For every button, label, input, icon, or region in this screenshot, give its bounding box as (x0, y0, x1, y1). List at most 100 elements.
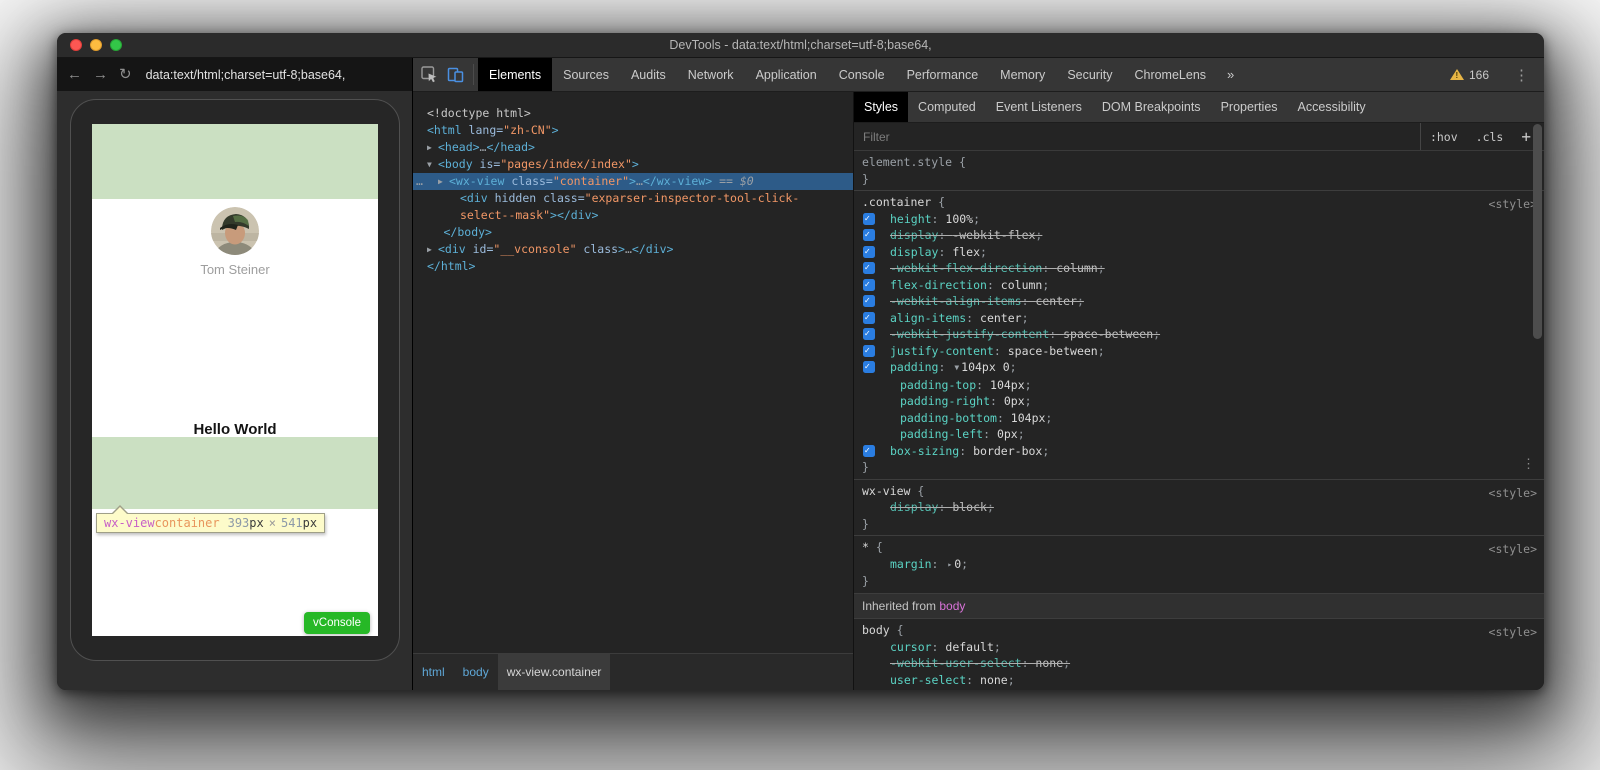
devtools-tab-memory[interactable]: Memory (989, 58, 1056, 91)
declaration-checkbox[interactable] (863, 229, 875, 241)
css-declaration[interactable]: padding-left: 0px; (854, 426, 1544, 443)
shorthand-expander-icon[interactable]: ▸ (947, 560, 952, 569)
inspect-element-icon[interactable] (421, 66, 438, 83)
css-declaration[interactable]: cursor: default; (854, 639, 1544, 656)
device-toolbar-icon[interactable] (447, 66, 464, 83)
class-toggle[interactable]: .cls (1467, 123, 1513, 150)
rule-selector[interactable]: * { (854, 539, 1544, 556)
css-declaration[interactable]: -webkit-touch-callout: none; (854, 688, 1544, 690)
css-declaration[interactable]: margin: ▸0; (854, 556, 1544, 574)
style-rule--: * {<style>margin: ▸0;} (854, 536, 1544, 594)
pseudo-state-toggle[interactable]: :hov (1420, 123, 1467, 150)
styles-tab-properties[interactable]: Properties (1211, 92, 1288, 122)
styles-tab-computed[interactable]: Computed (908, 92, 986, 122)
css-declaration[interactable]: box-sizing: border-box; (854, 443, 1544, 460)
declaration-checkbox[interactable] (863, 213, 875, 225)
breadcrumb-wx-view-container[interactable]: wx-view.container (498, 654, 611, 690)
css-declaration[interactable]: display: -webkit-flex; (854, 227, 1544, 244)
css-declaration[interactable]: -webkit-flex-direction: column; (854, 260, 1544, 277)
styles-filter-row: :hov .cls + (854, 123, 1544, 151)
devtools-tab-console[interactable]: Console (828, 58, 896, 91)
declaration-checkbox[interactable] (863, 312, 875, 324)
dom-tree-line[interactable]: </html> (413, 258, 853, 275)
green-band-bottom (92, 437, 378, 509)
warning-badge[interactable]: 166 (1440, 68, 1499, 82)
devtools-tab-security[interactable]: Security (1056, 58, 1123, 91)
devtools-tab-audits[interactable]: Audits (620, 58, 677, 91)
devtools-pane: ElementsSourcesAuditsNetworkApplicationC… (412, 58, 1544, 690)
title-bar: DevTools - data:text/html;charset=utf-8;… (57, 33, 1544, 58)
css-declaration[interactable]: -webkit-justify-content: space-between; (854, 326, 1544, 343)
css-declaration[interactable]: user-select: none; (854, 672, 1544, 689)
styles-rule-list: element.style {}.container {<style>heigh… (854, 151, 1544, 690)
tooltip-height: 541 (281, 516, 303, 530)
devtools-tab-network[interactable]: Network (677, 58, 745, 91)
close-button[interactable] (70, 39, 82, 51)
css-declaration[interactable]: padding-bottom: 104px; (854, 410, 1544, 427)
devtools-tab-elements[interactable]: Elements (478, 58, 552, 91)
devtools-tab-application[interactable]: Application (745, 58, 828, 91)
device-screen: Tom Steiner Hello World wx-viewcontainer… (92, 124, 378, 636)
styles-tab-event-listeners[interactable]: Event Listeners (986, 92, 1092, 122)
css-declaration[interactable]: display: flex; (854, 244, 1544, 261)
dom-tree: <!doctype html><html lang="zh-CN">▶<head… (413, 92, 853, 653)
styles-panel: StylesComputedEvent ListenersDOM Breakpo… (853, 92, 1544, 690)
css-declaration[interactable]: padding: ▼104px 0; (854, 359, 1544, 377)
dom-tree-line[interactable]: <html lang="zh-CN"> (413, 122, 853, 139)
declaration-checkbox[interactable] (863, 445, 875, 457)
styles-tab-styles[interactable]: Styles (854, 92, 908, 122)
declaration-checkbox[interactable] (863, 345, 875, 357)
kebab-menu[interactable]: ⋮ (1508, 66, 1535, 84)
breadcrumb-html[interactable]: html (413, 654, 454, 690)
devtools-tab-sources[interactable]: Sources (552, 58, 620, 91)
css-declaration[interactable]: flex-direction: column; (854, 277, 1544, 294)
rule-kebab-menu[interactable]: ⋮ (1522, 457, 1535, 474)
rule-selector[interactable]: body { (854, 622, 1544, 639)
css-declaration[interactable]: -webkit-align-items: center; (854, 293, 1544, 310)
devtools-tab-performance[interactable]: Performance (896, 58, 990, 91)
declaration-checkbox[interactable] (863, 279, 875, 291)
back-button[interactable]: ← (67, 67, 82, 82)
declaration-checkbox[interactable] (863, 262, 875, 274)
declaration-checkbox[interactable] (863, 246, 875, 258)
declaration-checkbox[interactable] (863, 361, 875, 373)
styles-tab-accessibility[interactable]: Accessibility (1288, 92, 1376, 122)
reload-button[interactable]: ↻ (119, 67, 132, 82)
dom-tree-line[interactable]: …▶<wx-view class="container">…</wx-view>… (413, 173, 853, 190)
styles-tab-dom-breakpoints[interactable]: DOM Breakpoints (1092, 92, 1211, 122)
collapse-arrow-icon: ▼ (427, 156, 438, 173)
dom-tree-line[interactable]: ▶<head>…</head> (413, 139, 853, 156)
vconsole-button[interactable]: vConsole (304, 612, 370, 634)
more-tabs-chevron[interactable]: » (1217, 58, 1244, 91)
rule-selector[interactable]: element.style { (854, 154, 1544, 171)
inherited-from-bar: Inherited from body (854, 594, 1544, 620)
inherited-from-link[interactable]: body (939, 599, 965, 613)
breadcrumb-body[interactable]: body (454, 654, 498, 690)
dom-tree-line[interactable]: <div hidden class="exparser-inspector-to… (413, 190, 853, 207)
rule-selector[interactable]: wx-view { (854, 483, 1544, 500)
forward-button[interactable]: → (93, 67, 108, 82)
url-text[interactable]: data:text/html;charset=utf-8;base64, (146, 68, 346, 82)
rule-selector[interactable]: .container { (854, 194, 1544, 211)
css-declaration[interactable]: -webkit-user-select: none; (854, 655, 1544, 672)
css-declaration[interactable]: height: 100%; (854, 211, 1544, 228)
dom-tree-line[interactable]: ▶<div id="__vconsole" class>…</div> (413, 241, 853, 258)
dom-tree-line[interactable]: select--mask"></div> (413, 207, 853, 224)
shorthand-expander-icon[interactable]: ▼ (954, 363, 959, 372)
declaration-checkbox[interactable] (863, 328, 875, 340)
dom-tree-line[interactable]: ▼<body is="pages/index/index"> (413, 156, 853, 173)
filter-input[interactable] (854, 130, 1420, 144)
expand-arrow-icon: ▶ (427, 139, 438, 156)
zoom-button[interactable] (110, 39, 122, 51)
minimize-button[interactable] (90, 39, 102, 51)
css-declaration[interactable]: padding-top: 104px; (854, 377, 1544, 394)
css-declaration[interactable]: justify-content: space-between; (854, 343, 1544, 360)
styles-scrollbar[interactable] (1533, 124, 1542, 339)
devtools-tab-chromelens[interactable]: ChromeLens (1123, 58, 1217, 91)
dom-tree-line[interactable]: <!doctype html> (413, 105, 853, 122)
css-declaration[interactable]: padding-right: 0px; (854, 393, 1544, 410)
dom-tree-line[interactable]: </body> (413, 224, 853, 241)
declaration-checkbox[interactable] (863, 295, 875, 307)
css-declaration[interactable]: align-items: center; (854, 310, 1544, 327)
css-declaration[interactable]: display: block; (854, 499, 1544, 516)
